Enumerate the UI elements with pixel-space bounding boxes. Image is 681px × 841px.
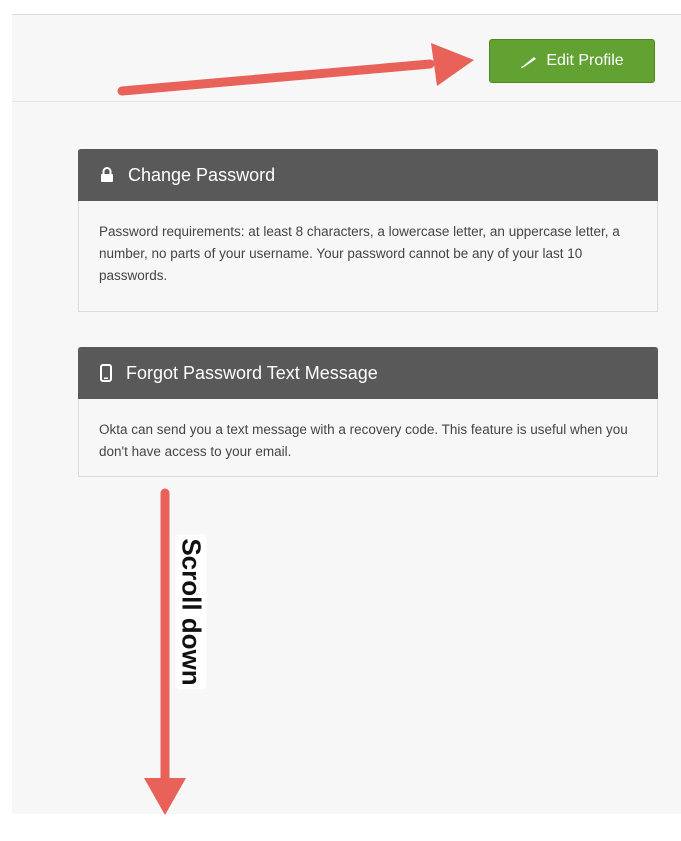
edit-profile-label: Edit Profile <box>546 52 624 69</box>
change-password-header: Change Password <box>78 149 658 201</box>
forgot-password-sms-text: Okta can send you a text message with a … <box>99 422 628 459</box>
phone-icon <box>100 364 112 382</box>
change-password-title: Change Password <box>128 164 276 185</box>
pencil-icon <box>520 54 538 68</box>
scroll-down-label: Scroll down <box>175 534 207 690</box>
forgot-password-sms-title: Forgot Password Text Message <box>126 362 378 383</box>
profile-page: Edit Profile Change Password Password re… <box>12 14 681 814</box>
forgot-password-sms-card: Forgot Password Text Message Okta can se… <box>78 347 658 477</box>
profile-header: Edit Profile <box>12 15 681 102</box>
lock-icon <box>100 167 114 183</box>
edit-profile-button[interactable]: Edit Profile <box>489 39 655 83</box>
change-password-card: Change Password Password requirements: a… <box>78 149 658 312</box>
change-password-text: Password requirements: at least 8 charac… <box>99 224 620 283</box>
forgot-password-sms-header: Forgot Password Text Message <box>78 347 658 399</box>
